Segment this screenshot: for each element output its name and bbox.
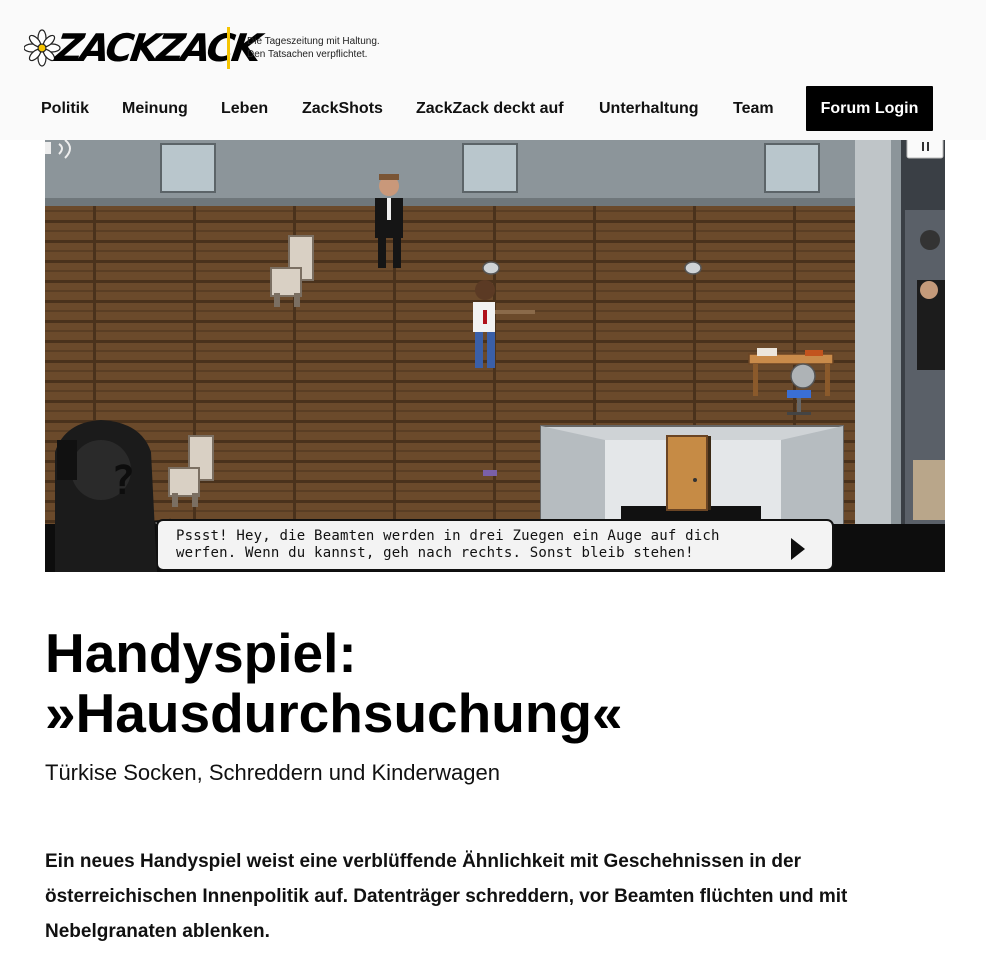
nav-item-leben[interactable]: Leben [221, 86, 268, 132]
nav-item-unterhaltung[interactable]: Unterhaltung [599, 86, 699, 132]
nav-item-zackzack-deckt-auf[interactable]: ZackZack deckt auf [416, 86, 564, 132]
game-embed[interactable]: ? Pssst! Hey, die Beamten werden in drei… [45, 140, 945, 572]
dialog-line-1: Pssst! Hey, die Beamten werden in drei Z… [176, 528, 720, 544]
window-right [764, 143, 820, 193]
usb-stick-item [483, 470, 497, 476]
article-title-line-2: »Hausdurchsuchung« [45, 682, 623, 744]
logo-wordmark: ZACKZACK [52, 26, 262, 70]
nav-item-politik[interactable]: Politik [41, 86, 89, 132]
mystery-speaker-portrait [55, 420, 157, 572]
game-scene [45, 140, 945, 572]
window-left [160, 143, 216, 193]
nav-item-team[interactable]: Team [733, 86, 774, 132]
nav-item-meinung[interactable]: Meinung [122, 86, 188, 132]
article-title: Handyspiel: »Hausdurchsuchung« [45, 623, 945, 743]
window-middle [462, 143, 518, 193]
tagline-line-1: Die Tageszeitung mit Haltung. [247, 36, 380, 47]
nav-item-zackshots[interactable]: ZackShots [302, 86, 383, 132]
hard-drive-item-1 [482, 261, 500, 275]
article-title-line-1: Handyspiel: [45, 622, 357, 684]
tagline: Die Tageszeitung mit Haltung. Den Tatsac… [247, 35, 380, 61]
forum-login-button[interactable]: Forum Login [806, 86, 933, 131]
tagline-line-2: Den Tatsachen verpflichtet. [247, 49, 368, 60]
logo-divider [227, 27, 230, 69]
door [666, 435, 711, 511]
article-lead: Ein neues Handyspiel weist eine verblüff… [45, 851, 848, 942]
hard-drive-item-2 [684, 261, 702, 275]
dialog-text: Pssst! Hey, die Beamten werden in drei Z… [176, 528, 796, 562]
speaker-question-mark: ? [111, 458, 136, 504]
pause-icon [906, 140, 944, 159]
site-header: ZACKZACK Die Tageszeitung mit Haltung. D… [0, 0, 986, 140]
dialog-line-2: werfen. Wenn du kannst, geh nach rechts.… [176, 545, 694, 561]
article-subtitle: Türkise Socken, Schreddern und Kinderwag… [45, 760, 500, 785]
